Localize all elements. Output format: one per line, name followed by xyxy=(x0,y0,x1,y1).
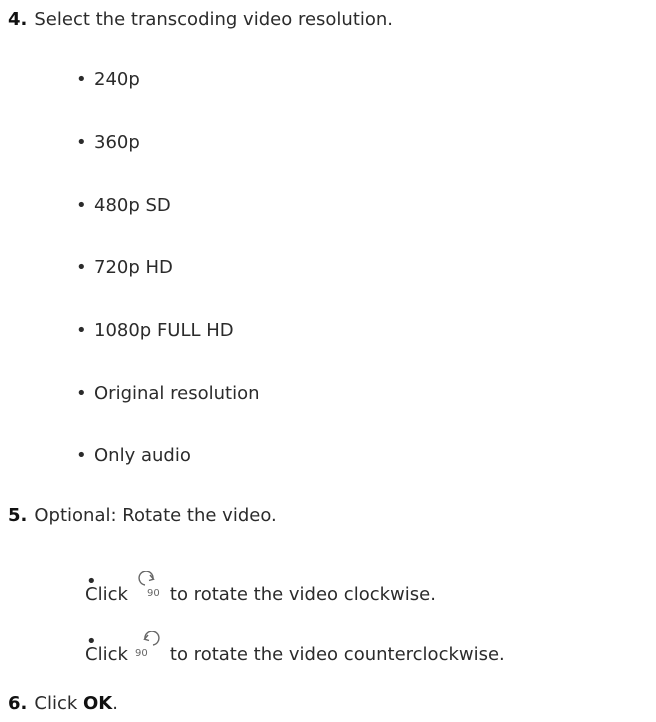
bullet-icon: • xyxy=(76,132,87,153)
step-text: Select the transcoding video resolution. xyxy=(34,9,394,30)
step-number: 4. xyxy=(8,9,28,30)
rotate-clockwise-90-icon: 90 xyxy=(132,571,166,601)
list-item: • 240p xyxy=(76,68,140,92)
step-number: 5. xyxy=(8,505,28,526)
step-text-suffix: . xyxy=(112,693,118,714)
step-number: 6. xyxy=(8,693,28,714)
list-item: • 360p xyxy=(76,131,140,155)
instruction-suffix: to rotate the video clockwise. xyxy=(169,584,436,605)
instruction-prefix: Click xyxy=(85,584,128,605)
list-item: • 1080p FULL HD xyxy=(76,319,234,343)
list-item: • Only audio xyxy=(76,444,191,468)
list-item-label: 360p xyxy=(94,132,140,153)
list-item-label: Original resolution xyxy=(94,383,260,404)
instruction-prefix: Click xyxy=(85,644,128,665)
step-text-prefix: Click xyxy=(34,693,83,714)
icon-label: 90 xyxy=(135,648,148,659)
bullet-icon: • xyxy=(76,320,87,341)
list-item-label: 720p HD xyxy=(94,257,173,278)
step-text: Optional: Rotate the video. xyxy=(34,505,277,526)
bullet-icon: • xyxy=(76,445,87,466)
list-item: • Original resolution xyxy=(76,382,260,406)
list-item-label: 1080p FULL HD xyxy=(94,320,234,341)
rotate-counterclockwise-90-icon: 90 xyxy=(132,631,166,661)
bullet-icon: • xyxy=(76,383,87,404)
ok-label: OK xyxy=(83,693,113,714)
step-6: 6. Click OK. xyxy=(8,692,118,716)
list-item: • 720p HD xyxy=(76,256,173,280)
list-item: • 480p SD xyxy=(76,194,171,218)
icon-label: 90 xyxy=(147,588,160,599)
list-item-label: Only audio xyxy=(94,445,191,466)
bullet-icon: • xyxy=(76,69,87,90)
list-item-label: 480p SD xyxy=(94,195,171,216)
bullet-icon: • xyxy=(76,257,87,278)
instruction-suffix: to rotate the video counterclockwise. xyxy=(169,644,505,665)
bullet-icon: • xyxy=(76,195,87,216)
step-5: 5. Optional: Rotate the video. xyxy=(8,504,277,528)
list-item-label: 240p xyxy=(94,69,140,90)
step-4: 4. Select the transcoding video resolutio… xyxy=(8,8,393,32)
